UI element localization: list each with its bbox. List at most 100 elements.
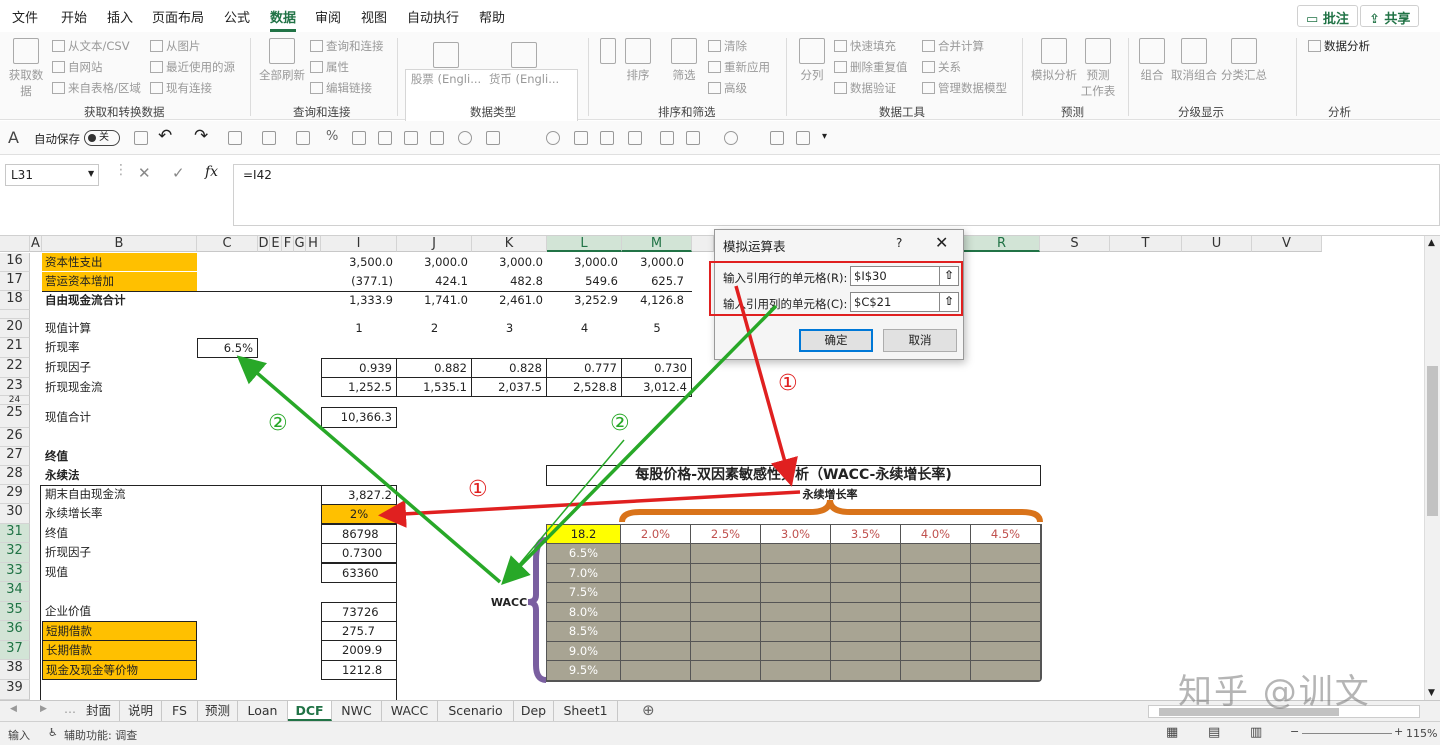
sensitivity-result-cell[interactable] — [971, 544, 1041, 564]
cell-b33[interactable]: 现值 — [42, 563, 197, 582]
from-picture[interactable]: 从图片 — [150, 38, 201, 54]
get-data-button[interactable]: 获取数 据 — [8, 38, 44, 99]
sensitivity-result-cell[interactable] — [901, 661, 971, 681]
row-header[interactable]: 28 — [0, 466, 30, 485]
from-table-range[interactable]: 来自表格/区域 — [52, 80, 141, 96]
sensitivity-result-cell[interactable] — [621, 642, 691, 661]
row-header[interactable]: 37 — [0, 641, 30, 660]
cell-k22[interactable]: 0.828 — [471, 358, 547, 378]
name-box[interactable]: L31 — [5, 164, 99, 186]
zoom-slider[interactable] — [1302, 733, 1392, 734]
wacc-row-header[interactable]: 7.0% — [546, 564, 621, 583]
sensitivity-result-cell[interactable] — [621, 603, 691, 622]
sensitivity-result-cell[interactable] — [831, 603, 901, 622]
growth-header[interactable]: 3.0% — [761, 524, 831, 544]
cell-i18[interactable]: 1,333.9 — [321, 291, 397, 310]
cell-b18[interactable]: 自由现金流合计 — [42, 291, 197, 310]
cell-b37[interactable]: 长期借款 — [42, 640, 197, 661]
properties[interactable]: 属性 — [310, 59, 349, 75]
row-header[interactable]: 26 — [0, 428, 30, 447]
add-sheet-icon[interactable]: ⊕ — [642, 701, 655, 719]
cell-b35[interactable]: 企业价值 — [42, 602, 197, 621]
col-header-t[interactable]: T — [1110, 236, 1182, 252]
cell-m16[interactable]: 3,000.0 — [622, 253, 688, 272]
col-header-a[interactable]: A — [30, 236, 42, 252]
cell-k20[interactable]: 3 — [472, 319, 547, 338]
sensitivity-result-cell[interactable] — [971, 661, 1041, 681]
percent-icon[interactable]: % — [326, 129, 338, 144]
cell-l18[interactable]: 3,252.9 — [547, 291, 622, 310]
ungroup-button[interactable]: 取消组合 — [1170, 38, 1218, 83]
close-icon[interactable]: ✕ — [935, 233, 948, 252]
tab-scroll-right-icon[interactable]: ▶ — [40, 704, 47, 714]
col-header-f[interactable]: F — [282, 236, 294, 252]
cell-l16[interactable]: 3,000.0 — [547, 253, 622, 272]
relationships[interactable]: 关系 — [922, 59, 961, 75]
comments-button[interactable]: ▭ 批注 — [1297, 5, 1358, 27]
page-break-view-icon[interactable]: ▥ — [1250, 725, 1262, 740]
cell-m18[interactable]: 4,126.8 — [622, 291, 688, 310]
cell-b30[interactable]: 永续增长率 — [42, 504, 197, 524]
sensitivity-result-cell[interactable] — [901, 642, 971, 661]
cancel-edit-icon[interactable]: ✕ — [138, 164, 151, 182]
wacc-row-header[interactable]: 8.0% — [546, 603, 621, 622]
sensitivity-result-cell[interactable] — [901, 564, 971, 583]
cell-j22[interactable]: 0.882 — [396, 358, 472, 378]
sheet-tab[interactable]: FS — [162, 701, 198, 721]
row-header[interactable]: 25 — [0, 405, 30, 428]
sensitivity-result-cell[interactable] — [971, 603, 1041, 622]
enter-icon[interactable]: ✓ — [172, 164, 185, 182]
refresh-all-button[interactable]: 全部刷新 — [258, 38, 306, 83]
cell-l20[interactable]: 4 — [547, 319, 622, 338]
existing-connections[interactable]: 现有连接 — [150, 80, 212, 96]
col-header-l[interactable]: L — [547, 236, 622, 252]
wacc-row-header[interactable]: 9.0% — [546, 642, 621, 661]
sheet-tab[interactable]: NWC — [332, 701, 382, 721]
col-header-i[interactable]: I — [321, 236, 397, 252]
row-header[interactable]: 27 — [0, 447, 30, 466]
col-header-h[interactable]: H — [306, 236, 321, 252]
sheet-tab[interactable]: Loan — [238, 701, 288, 721]
accessibility-status[interactable]: 辅助功能: 调查 — [64, 727, 137, 743]
cell-b31[interactable]: 终值 — [42, 524, 197, 543]
sensitivity-result-cell[interactable] — [971, 642, 1041, 661]
grid-icon[interactable] — [430, 131, 444, 145]
cell-k18[interactable]: 2,461.0 — [472, 291, 547, 310]
sensitivity-result-cell[interactable] — [621, 661, 691, 681]
paste-icon[interactable] — [686, 131, 700, 145]
sheet-icon[interactable] — [404, 131, 418, 145]
sensitivity-result-cell[interactable] — [831, 583, 901, 603]
wacc-row-header[interactable]: 9.5% — [546, 661, 621, 681]
sheet-tab[interactable]: Sheet1 — [554, 701, 618, 721]
sensitivity-result-cell[interactable] — [831, 642, 901, 661]
sensitivity-result-cell[interactable] — [901, 603, 971, 622]
cell-k17[interactable]: 482.8 — [472, 272, 547, 291]
menu-file[interactable]: 文件 — [12, 7, 38, 26]
sheet-tab[interactable]: 说明 — [120, 701, 162, 721]
vertical-scroll-thumb[interactable] — [1427, 366, 1438, 516]
row-header[interactable]: 29 — [0, 485, 30, 504]
borders-icon[interactable] — [228, 131, 242, 145]
cell-b16[interactable]: 资本性支出 — [42, 253, 197, 272]
row-header[interactable]: 36 — [0, 621, 30, 641]
cell-j18[interactable]: 1,741.0 — [397, 291, 472, 310]
conditional-format-icon[interactable] — [262, 131, 276, 145]
accessibility-icon[interactable]: ♿ — [48, 726, 58, 739]
sheet-tab-active[interactable]: DCF — [288, 701, 332, 721]
menu-formulas[interactable]: 公式 — [224, 7, 250, 26]
from-web[interactable]: 自网站 — [52, 59, 103, 75]
cell-b22[interactable]: 折现因子 — [42, 358, 197, 378]
sensitivity-result-cell[interactable] — [971, 583, 1041, 603]
sensitivity-result-cell[interactable] — [971, 564, 1041, 583]
cell-i22[interactable]: 0.939 — [321, 358, 397, 378]
col-header-e[interactable]: E — [270, 236, 282, 252]
sensitivity-result-cell[interactable] — [621, 622, 691, 642]
zoom-level[interactable]: 115% — [1406, 727, 1437, 740]
zoom-out-icon[interactable]: − — [1290, 725, 1299, 738]
sensitivity-result-cell[interactable] — [901, 583, 971, 603]
cell-j20[interactable]: 2 — [397, 319, 472, 338]
row-header[interactable]: 21 — [0, 338, 30, 358]
cell-l17[interactable]: 549.6 — [547, 272, 622, 291]
sensitivity-title[interactable]: 每股价格-双因素敏感性分析（WACC-永续增长率) — [546, 465, 1041, 486]
col-header-c[interactable]: C — [197, 236, 258, 252]
